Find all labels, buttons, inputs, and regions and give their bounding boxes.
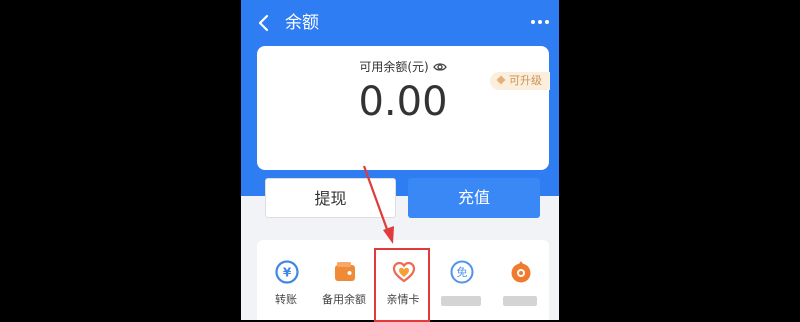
page-title: 余额 bbox=[285, 13, 319, 33]
shortcut-free[interactable]: 免 bbox=[432, 240, 490, 320]
balance-card: 可用余额(元) 0.00 可升级 bbox=[257, 46, 550, 170]
orange-circle-icon bbox=[511, 261, 531, 283]
transfer-icon: ¥ bbox=[275, 260, 299, 284]
balance-label: 可用余额(元) bbox=[359, 60, 429, 74]
blurred-label bbox=[503, 296, 537, 306]
upgrade-badge-label: 可升级 bbox=[509, 74, 542, 87]
more-options-icon[interactable] bbox=[529, 14, 551, 30]
svg-text:¥: ¥ bbox=[283, 266, 292, 280]
shortcut-label: 备用余额 bbox=[322, 293, 366, 306]
back-arrow-icon[interactable] bbox=[255, 14, 273, 32]
withdraw-button[interactable]: 提现 bbox=[265, 178, 396, 218]
highlight-box bbox=[374, 248, 430, 322]
top-nav-bar: 余额 bbox=[241, 0, 559, 46]
shortcut-orange[interactable] bbox=[491, 240, 549, 320]
shortcut-transfer[interactable]: ¥ 转账 bbox=[257, 240, 315, 320]
svg-text:免: 免 bbox=[457, 265, 468, 279]
eye-icon[interactable] bbox=[432, 60, 447, 74]
shortcut-backup-balance[interactable]: 备用余额 bbox=[315, 240, 373, 320]
wallet-icon bbox=[335, 262, 355, 281]
upgrade-badge[interactable]: 可升级 bbox=[490, 72, 550, 90]
shortcut-label: 转账 bbox=[275, 293, 297, 306]
recharge-button[interactable]: 充值 bbox=[408, 178, 540, 218]
blurred-label bbox=[441, 296, 481, 306]
upgrade-icon bbox=[496, 75, 506, 85]
free-icon: 免 bbox=[450, 260, 474, 284]
